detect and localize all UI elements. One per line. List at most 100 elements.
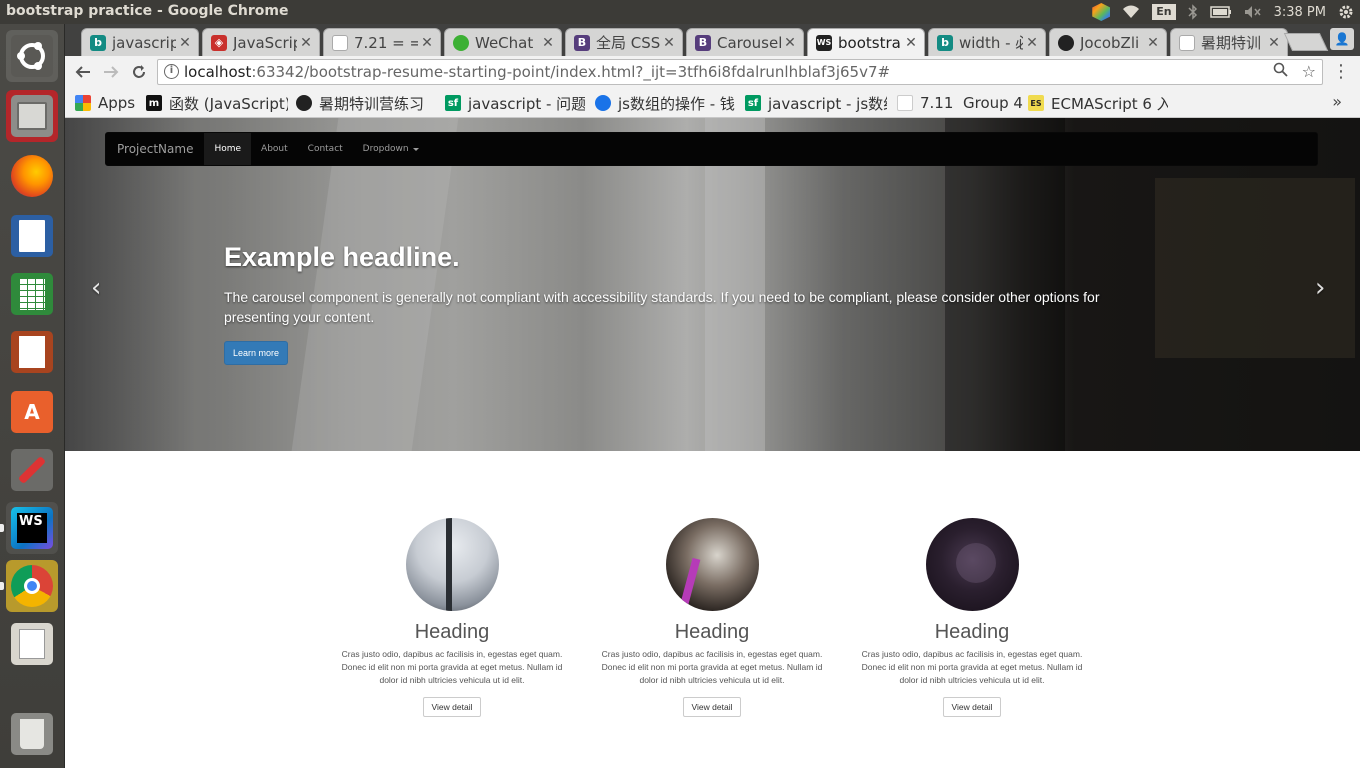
- close-icon[interactable]: ✕: [176, 35, 194, 51]
- tab-width[interactable]: b width - 必 ✕: [928, 28, 1046, 56]
- bookmarks-overflow-button[interactable]: »: [1332, 92, 1342, 111]
- bookmark-apps[interactable]: Apps: [75, 93, 141, 113]
- tab-label: javascrip: [112, 33, 176, 52]
- carousel-headline: Example headline.: [224, 242, 460, 272]
- forward-button[interactable]: [99, 60, 123, 84]
- document-icon[interactable]: [6, 210, 58, 262]
- profile-icon[interactable]: 👤: [1330, 28, 1354, 50]
- bookmark-group-4[interactable]: Group 4: [963, 93, 1023, 113]
- bookmark-label: Group 4: [963, 94, 1023, 112]
- page-icon: [1179, 34, 1195, 51]
- view-detail-button[interactable]: View detail: [422, 697, 482, 717]
- nav-about[interactable]: About: [251, 133, 298, 165]
- info-icon[interactable]: i: [164, 64, 179, 79]
- carousel-text: The carousel component is generally not …: [224, 289, 1100, 325]
- tab-carousel[interactable]: B Carousel ✕: [686, 28, 804, 56]
- unity-launcher: A WS: [0, 24, 65, 768]
- circle-icon: [296, 95, 312, 111]
- bookmark-mdn-functions[interactable]: m 函数 (JavaScript): [146, 93, 288, 113]
- tab-global-css[interactable]: B 全局 CSS ✕: [565, 28, 683, 56]
- close-icon[interactable]: ✕: [1144, 35, 1162, 51]
- close-icon[interactable]: ✕: [297, 35, 315, 51]
- bookmark-7-11[interactable]: 7.11: [897, 93, 953, 113]
- app-indicator-icon[interactable]: [1092, 2, 1111, 22]
- tab-7-21[interactable]: 7.21 = = ✕: [323, 28, 441, 56]
- new-tab-button[interactable]: [1283, 33, 1329, 51]
- gear-icon[interactable]: [1338, 2, 1354, 22]
- tab-summer-training[interactable]: 暑期特训 ✕: [1170, 28, 1288, 56]
- column-heading: Heading: [414, 621, 490, 643]
- spreadsheet-icon[interactable]: [6, 268, 58, 320]
- close-icon[interactable]: ✕: [539, 35, 557, 51]
- tab-javascript-ref[interactable]: ◈ JavaScrip ✕: [202, 28, 320, 56]
- learn-more-button[interactable]: Learn more: [224, 341, 289, 365]
- bookmark-sf-js-array[interactable]: sf javascript - js数组: [745, 93, 887, 113]
- wrench-gear-icon[interactable]: [6, 444, 58, 496]
- wifi-icon[interactable]: [1122, 2, 1140, 22]
- webstorm-icon: WS: [816, 34, 832, 51]
- view-detail-button[interactable]: View detail: [942, 697, 1002, 717]
- bookmark-summer-practice[interactable]: 暑期特训营练习: [296, 93, 436, 113]
- tab-wechat[interactable]: WeChat ✕: [444, 28, 562, 56]
- keyboard-layout-indicator[interactable]: En: [1152, 4, 1176, 20]
- close-icon[interactable]: ✕: [660, 35, 678, 51]
- zoom-icon[interactable]: [1273, 62, 1288, 81]
- navbar-brand[interactable]: ProjectName: [106, 142, 204, 156]
- nav-contact[interactable]: Contact: [298, 133, 353, 165]
- close-icon[interactable]: ✕: [1023, 35, 1041, 51]
- bookmark-label: javascript - js数组: [768, 94, 887, 113]
- bookmark-js-array[interactable]: js数组的操作 - 钱: [595, 93, 735, 113]
- carousel-next-icon[interactable]: ›: [1315, 273, 1325, 303]
- tab-javascript[interactable]: b javascrip ✕: [81, 28, 199, 56]
- running-indicator: [0, 524, 4, 532]
- segmentfault-icon: sf: [745, 95, 761, 111]
- tab-bootstrap-active[interactable]: WS bootstra ✕: [807, 28, 925, 56]
- bookmark-ecmascript6[interactable]: ES ECMAScript 6 入门: [1028, 93, 1168, 113]
- presentation-icon[interactable]: [6, 326, 58, 378]
- address-bar[interactable]: i localhost:63342/bootstrap-resume-start…: [157, 59, 1323, 85]
- battery-icon[interactable]: [1209, 2, 1232, 22]
- nav-dropdown-label: Dropdown: [362, 144, 409, 154]
- tab-github[interactable]: JocobZli ✕: [1049, 28, 1167, 56]
- mdn-icon: m: [146, 95, 162, 111]
- bookmarks-bar: Apps m 函数 (JavaScript) 暑期特训营练习 sf javasc…: [65, 88, 1360, 118]
- volume-muted-icon[interactable]: [1244, 2, 1262, 22]
- page-icon: [332, 34, 348, 51]
- close-icon[interactable]: ✕: [418, 35, 436, 51]
- caret-down-icon: [412, 147, 419, 151]
- bookmark-label: javascript - 问题 -: [468, 94, 585, 113]
- web-page: ProjectName Home About Contact Dropdown …: [65, 118, 1360, 768]
- ubuntu-logo-icon[interactable]: [6, 30, 58, 82]
- shopping-bag-icon[interactable]: A: [6, 386, 58, 438]
- firefox-icon[interactable]: [6, 150, 58, 202]
- marketing-columns: Heading Cras justo odio, dapibus ac faci…: [327, 518, 1107, 738]
- close-icon[interactable]: ✕: [781, 35, 799, 51]
- nav-dropdown[interactable]: Dropdown: [353, 133, 429, 165]
- close-icon[interactable]: ✕: [902, 35, 920, 51]
- bookmark-sf-question[interactable]: sf javascript - 问题 -: [445, 93, 585, 113]
- tab-label: 7.21 = =: [354, 33, 418, 52]
- bookmark-star-icon[interactable]: ☆: [1302, 62, 1316, 81]
- file-cabinet-icon[interactable]: [6, 90, 58, 142]
- back-button[interactable]: [71, 60, 95, 84]
- chrome-icon[interactable]: [6, 560, 58, 612]
- window-title: bootstrap practice - Google Chrome: [6, 3, 289, 19]
- chrome-menu-icon[interactable]: ⋮: [1332, 61, 1350, 82]
- carousel-prev-icon[interactable]: ‹: [91, 273, 101, 303]
- es-icon: ES: [1028, 95, 1044, 111]
- bootstrap-icon: B: [574, 34, 590, 51]
- notepad-icon[interactable]: [6, 618, 58, 670]
- avatar: [405, 518, 499, 611]
- apps-grid-icon: [75, 95, 91, 111]
- view-detail-button[interactable]: View detail: [682, 697, 742, 717]
- nav-home[interactable]: Home: [204, 133, 252, 165]
- webstorm-icon[interactable]: WS: [6, 502, 58, 554]
- clock[interactable]: 3:38 PM: [1274, 2, 1326, 22]
- close-icon[interactable]: ✕: [1265, 35, 1283, 51]
- trash-icon[interactable]: [6, 708, 58, 760]
- reload-button[interactable]: [127, 60, 151, 84]
- bluetooth-icon[interactable]: [1188, 2, 1198, 22]
- carousel-caption: Example headline. The carousel component…: [224, 242, 1124, 365]
- tab-label: Carousel: [717, 33, 781, 52]
- tab-strip: b javascrip ✕ ◈ JavaScrip ✕ 7.21 = = ✕ W…: [65, 24, 1360, 56]
